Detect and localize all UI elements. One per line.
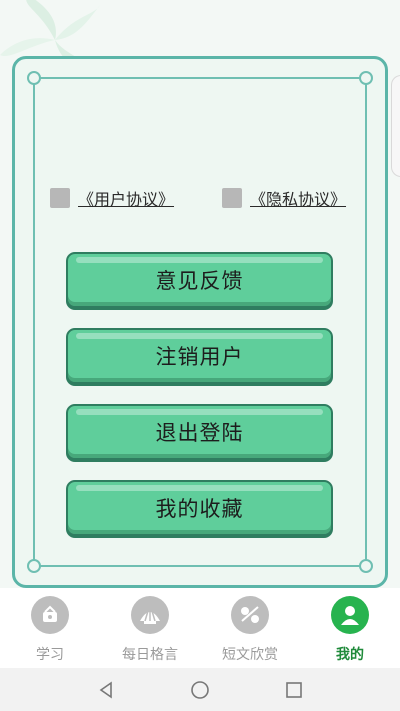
essay-icon xyxy=(231,596,269,634)
home-icon[interactable] xyxy=(188,678,212,702)
privacy-agreement-checkbox[interactable] xyxy=(222,188,242,208)
corner-ornament xyxy=(27,559,41,573)
study-icon xyxy=(31,596,69,634)
daily-quote-icon xyxy=(131,596,169,634)
back-icon[interactable] xyxy=(94,678,118,702)
tab-profile[interactable]: 我的 xyxy=(300,588,400,668)
tab-study[interactable]: 学习 xyxy=(0,588,100,668)
logout-button-label: 退出登陆 xyxy=(155,421,244,445)
tab-daily-quote-label: 每日格言 xyxy=(122,647,178,663)
corner-ornament xyxy=(359,559,373,573)
tab-daily-quote[interactable]: 每日格言 xyxy=(100,588,200,668)
favorites-button-label: 我的收藏 xyxy=(155,497,244,521)
deregister-user-button-label: 注销用户 xyxy=(155,345,244,369)
corner-ornament xyxy=(27,71,41,85)
bottom-tab-bar: 学习 每日格言 短文欣赏 我的 xyxy=(0,588,400,668)
user-agreement-checkbox[interactable] xyxy=(50,188,70,208)
tab-profile-label: 我的 xyxy=(336,647,364,663)
side-drawer-handle[interactable] xyxy=(391,75,400,177)
tab-essay-label: 短文欣赏 xyxy=(222,647,278,663)
privacy-agreement-row: 《隐私协议》 xyxy=(222,186,346,210)
recent-apps-icon[interactable] xyxy=(282,678,306,702)
deregister-user-button[interactable]: 注销用户 xyxy=(66,328,333,384)
tab-study-label: 学习 xyxy=(36,647,64,663)
tab-essay[interactable]: 短文欣赏 xyxy=(200,588,300,668)
feedback-button-label: 意见反馈 xyxy=(155,269,244,293)
favorites-button[interactable]: 我的收藏 xyxy=(66,480,333,536)
user-agreement-row: 《用户协议》 xyxy=(50,186,174,210)
logout-button[interactable]: 退出登陆 xyxy=(66,404,333,460)
corner-ornament xyxy=(359,71,373,85)
feedback-button[interactable]: 意见反馈 xyxy=(66,252,333,308)
system-navigation-bar xyxy=(0,668,400,711)
user-agreement-link[interactable]: 《用户协议》 xyxy=(78,186,174,210)
privacy-agreement-link[interactable]: 《隐私协议》 xyxy=(250,186,346,210)
profile-icon xyxy=(331,596,369,634)
